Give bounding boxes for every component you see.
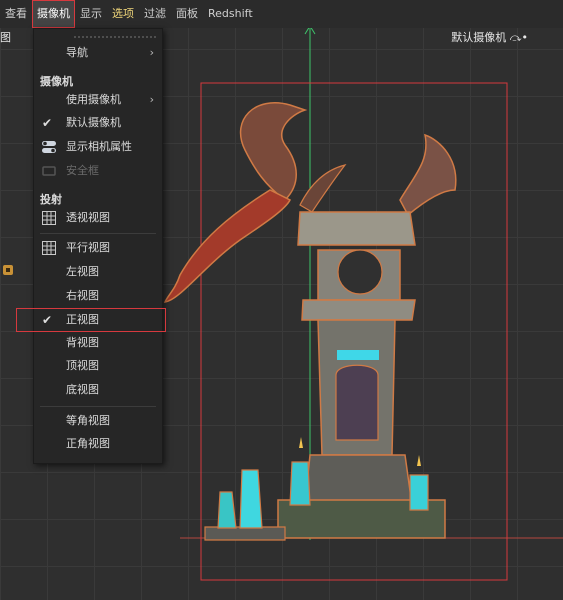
menu-panel[interactable]: 面板 xyxy=(171,0,203,28)
back-view-label: 背视图 xyxy=(66,336,99,349)
camera-section-header: 摄像机 xyxy=(40,75,73,88)
left-view-label: 左视图 xyxy=(66,265,99,278)
projection-section-header: 投射 xyxy=(40,193,62,206)
menu-item-left-view[interactable]: 左视图 xyxy=(34,261,162,283)
top-view-label: 顶视图 xyxy=(66,359,99,372)
default-camera-label: 默认摄像机 xyxy=(66,116,121,129)
menu-item-navigation[interactable]: 导航 › xyxy=(34,42,162,64)
menu-item-parallel-view[interactable]: 平行视图 xyxy=(34,237,162,259)
front-view-label: 正视图 xyxy=(66,313,99,326)
use-camera-label: 使用摄像机 xyxy=(66,93,121,106)
chevron-right-icon: › xyxy=(149,93,154,106)
side-widget-icon[interactable] xyxy=(2,264,14,276)
tear-off-grip[interactable] xyxy=(74,36,156,38)
isometric-view-label: 等角视图 xyxy=(66,414,110,427)
menu-item-right-view[interactable]: 右视图 xyxy=(34,285,162,307)
menu-camera[interactable]: 摄像机 xyxy=(32,0,75,28)
menu-item-bottom-view[interactable]: 底视图 xyxy=(34,379,162,401)
toggle-icon xyxy=(41,139,57,155)
menu-item-front-view[interactable]: ✔ 正视图 xyxy=(34,309,162,331)
show-camera-properties-label: 显示相机属性 xyxy=(66,140,132,153)
menu-item-perspective-view[interactable]: 透视视图 xyxy=(34,207,162,229)
menu-divider xyxy=(40,406,156,407)
checkmark-icon: ✔ xyxy=(42,313,53,327)
menu-item-top-view[interactable]: 顶视图 xyxy=(34,355,162,377)
viewport-menubar: 查看 摄像机 显示 选项 过滤 面板 Redshift xyxy=(0,0,563,28)
orthographic-view-label: 正角视图 xyxy=(66,437,110,450)
chevron-right-icon: › xyxy=(149,46,154,59)
menu-item-safe-frame[interactable]: 安全框 xyxy=(34,160,162,182)
menu-view[interactable]: 查看 xyxy=(0,0,32,28)
active-camera-label[interactable]: 默认摄像机 ⤼• xyxy=(451,30,528,46)
menu-item-isometric-view[interactable]: 等角视图 xyxy=(34,410,162,432)
menu-item-orthographic-view[interactable]: 正角视图 xyxy=(34,433,162,455)
menu-item-default-camera[interactable]: ✔ 默认摄像机 xyxy=(34,112,162,134)
right-view-label: 右视图 xyxy=(66,289,99,302)
perspective-view-label: 透视视图 xyxy=(66,211,110,224)
menu-options[interactable]: 选项 xyxy=(107,0,139,28)
menu-item-back-view[interactable]: 背视图 xyxy=(34,332,162,354)
bottom-view-label: 底视图 xyxy=(66,383,99,396)
grid-icon xyxy=(41,210,57,226)
menu-display[interactable]: 显示 xyxy=(75,0,107,28)
left-panel-stub: 图 xyxy=(0,31,11,44)
menu-redshift[interactable]: Redshift xyxy=(203,0,258,28)
menu-item-show-camera-properties[interactable]: 显示相机属性 xyxy=(34,136,162,158)
safe-frame-icon xyxy=(41,163,57,179)
glow-strip xyxy=(337,350,379,360)
safe-frame-label: 安全框 xyxy=(66,164,99,177)
menu-item-use-camera[interactable]: 使用摄像机 › xyxy=(34,89,162,111)
camera-dropdown-menu: 导航 › 摄像机 使用摄像机 › ✔ 默认摄像机 显示相机属性 安全框 投射 透… xyxy=(33,28,163,464)
parallel-view-label: 平行视图 xyxy=(66,241,110,254)
checkmark-icon: ✔ xyxy=(42,116,53,130)
navigation-label: 导航 xyxy=(66,46,88,59)
menu-filter[interactable]: 过滤 xyxy=(139,0,171,28)
grid-icon xyxy=(41,240,57,256)
menu-divider xyxy=(40,233,156,234)
